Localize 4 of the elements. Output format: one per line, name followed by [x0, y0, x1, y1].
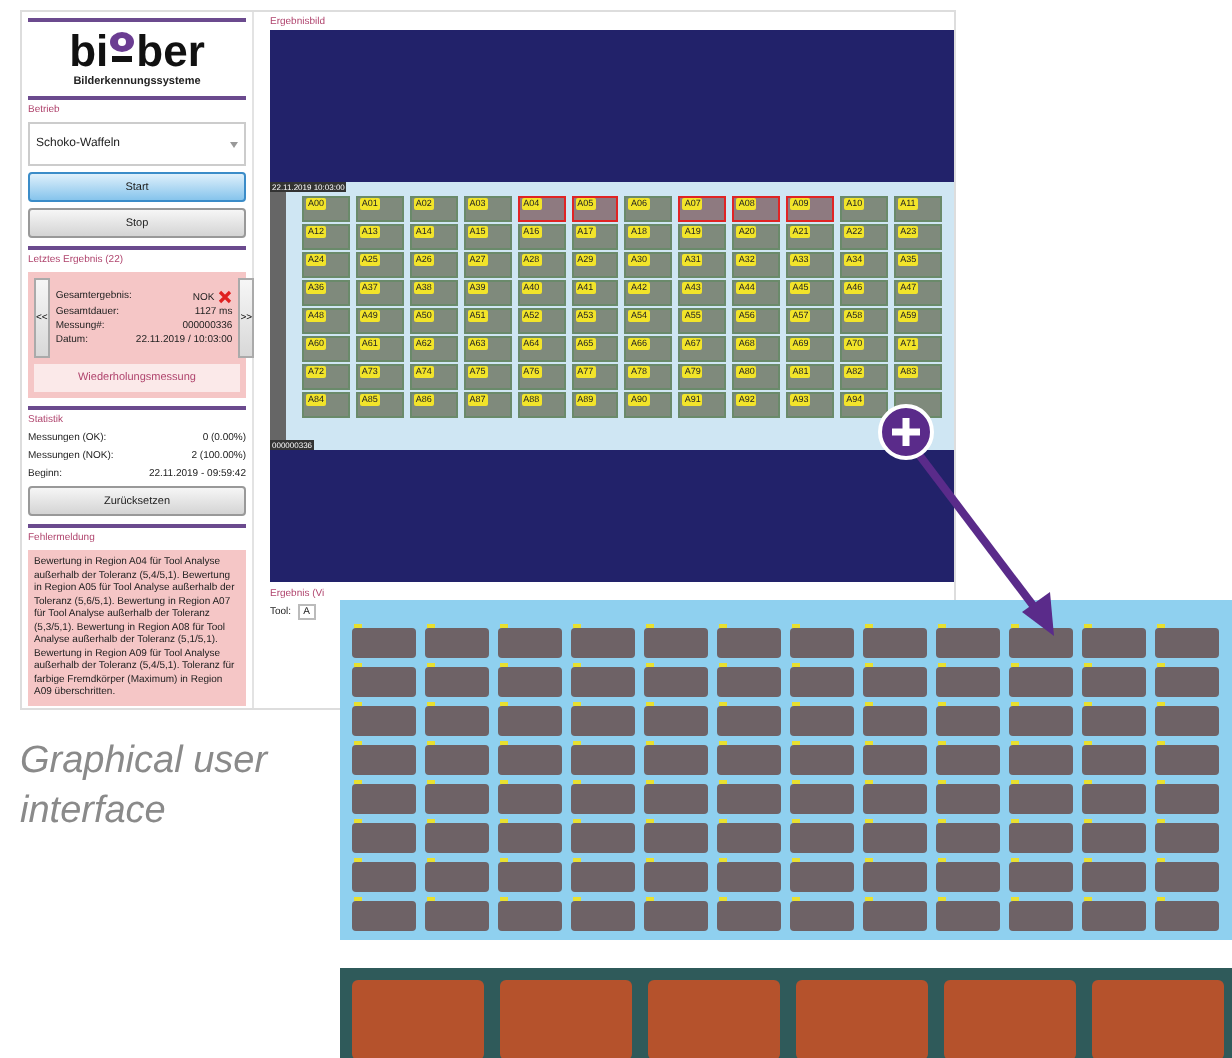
logo-text: bi	[69, 30, 109, 74]
caption: Graphical user interface	[20, 738, 271, 836]
logo-text: ber	[136, 30, 205, 74]
chevron-icon	[230, 141, 238, 147]
